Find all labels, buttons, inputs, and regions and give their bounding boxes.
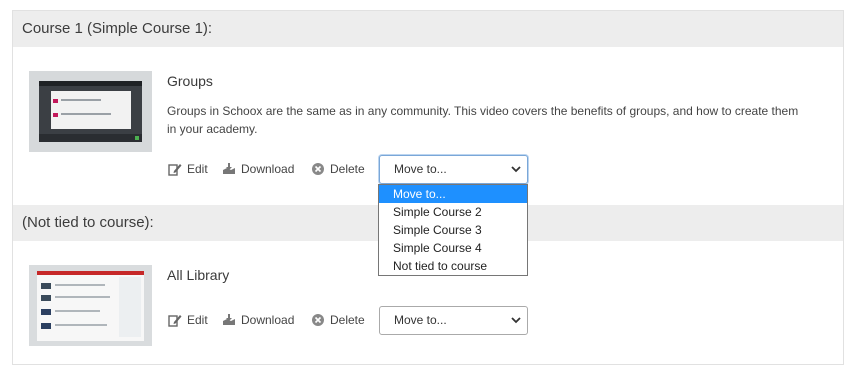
edit-icon <box>168 164 182 176</box>
dropdown-option-simple-course-3[interactable]: Simple Course 3 <box>379 221 527 239</box>
edit-button[interactable]: Edit <box>168 162 208 176</box>
download-icon <box>223 163 235 174</box>
delete-label: Delete <box>330 162 365 176</box>
delete-icon <box>312 314 324 326</box>
download-label: Download <box>241 313 295 327</box>
thumbnail-image <box>29 265 152 346</box>
edit-label: Edit <box>187 313 208 327</box>
item-title-groups[interactable]: Groups <box>167 73 213 89</box>
section-header-course-1: Course 1 (Simple Course 1): <box>13 11 843 47</box>
delete-icon <box>312 163 324 175</box>
download-button[interactable]: Download <box>222 162 294 176</box>
delete-button[interactable]: Delete <box>311 313 365 327</box>
video-thumbnail-groups[interactable] <box>29 71 152 152</box>
item-title-all-library[interactable]: All Library <box>167 267 229 283</box>
dropdown-option-not-tied[interactable]: Not tied to course <box>379 257 527 275</box>
download-label: Download <box>241 162 295 176</box>
edit-button[interactable]: Edit <box>168 313 208 327</box>
download-button[interactable]: Download <box>222 313 294 327</box>
move-to-select-value: Move to... <box>394 313 447 327</box>
chevron-down-icon <box>511 166 521 173</box>
edit-icon <box>168 315 182 327</box>
dropdown-option-move-to[interactable]: Move to... <box>379 185 527 203</box>
move-to-select-value: Move to... <box>394 162 447 176</box>
move-to-select-groups[interactable]: Move to... <box>379 155 528 184</box>
dropdown-option-simple-course-2[interactable]: Simple Course 2 <box>379 203 527 221</box>
edit-label: Edit <box>187 162 208 176</box>
move-to-select-all-library[interactable]: Move to... <box>379 306 528 335</box>
item-description-groups: Groups in Schoox are the same as in any … <box>167 104 799 136</box>
video-thumbnail-all-library[interactable] <box>29 265 152 346</box>
download-icon <box>223 314 235 325</box>
dropdown-option-simple-course-4[interactable]: Simple Course 4 <box>379 239 527 257</box>
thumbnail-image <box>29 71 152 152</box>
chevron-down-icon <box>511 317 521 324</box>
delete-button[interactable]: Delete <box>311 162 365 176</box>
move-to-dropdown-list: Move to... Simple Course 2 Simple Course… <box>378 184 528 276</box>
delete-label: Delete <box>330 313 365 327</box>
